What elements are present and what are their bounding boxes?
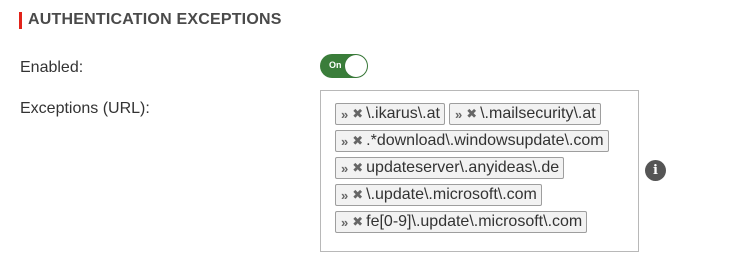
drag-handle-icon[interactable]: »	[341, 107, 348, 122]
exception-tag-text: .*download\.windowsupdate\.com	[366, 132, 604, 149]
exception-tag-text: \.ikarus\.at	[366, 105, 440, 122]
section-accent-bar	[19, 11, 22, 29]
section-title: AUTHENTICATION EXCEPTIONS	[28, 11, 282, 28]
remove-icon[interactable]: ✖	[352, 106, 363, 122]
drag-handle-icon[interactable]: »	[341, 161, 348, 176]
exception-tag[interactable]: » ✖ \.mailsecurity\.at	[448, 103, 601, 125]
drag-handle-icon[interactable]: »	[341, 134, 348, 149]
toggle-knob	[345, 55, 367, 77]
drag-handle-icon[interactable]: »	[341, 188, 348, 203]
exception-tag[interactable]: » ✖ \.update\.microsoft\.com	[335, 184, 542, 206]
remove-icon[interactable]: ✖	[352, 214, 363, 230]
info-icon[interactable]: i	[645, 160, 666, 181]
exceptions-tag-input[interactable]: » ✖ \.ikarus\.at » ✖ \.mailsecurity\.at …	[320, 90, 639, 252]
exception-tag[interactable]: » ✖ fe[0-9]\.update\.microsoft\.com	[335, 211, 588, 233]
tag-row: » ✖ updateserver\.anyideas\.de	[335, 157, 638, 179]
remove-icon[interactable]: ✖	[352, 133, 363, 149]
remove-icon[interactable]: ✖	[352, 187, 363, 203]
section-header: AUTHENTICATION EXCEPTIONS	[19, 10, 282, 30]
remove-icon[interactable]: ✖	[466, 106, 477, 122]
tag-row: » ✖ \.update\.microsoft\.com	[335, 184, 638, 206]
drag-handle-icon[interactable]: »	[341, 215, 348, 230]
exception-tag-text: updateserver\.anyideas\.de	[366, 159, 560, 176]
remove-icon[interactable]: ✖	[352, 160, 363, 176]
exceptions-label: Exceptions (URL):	[20, 100, 150, 117]
exception-tag-text: \.mailsecurity\.at	[480, 105, 596, 122]
exception-tag-text: fe[0-9]\.update\.microsoft\.com	[366, 213, 583, 230]
toggle-state-label: On	[329, 60, 342, 70]
enabled-toggle[interactable]: On	[320, 54, 368, 78]
tag-row: » ✖ fe[0-9]\.update\.microsoft\.com	[335, 211, 638, 233]
exception-tag[interactable]: » ✖ updateserver\.anyideas\.de	[335, 157, 565, 179]
drag-handle-icon[interactable]: »	[455, 107, 462, 122]
exception-tag[interactable]: » ✖ .*download\.windowsupdate\.com	[335, 130, 609, 152]
exception-tag-text: \.update\.microsoft\.com	[366, 186, 537, 203]
enabled-label: Enabled:	[20, 59, 84, 76]
tag-row: » ✖ \.ikarus\.at » ✖ \.mailsecurity\.at	[335, 103, 638, 125]
tag-row: » ✖ .*download\.windowsupdate\.com	[335, 130, 638, 152]
exception-tag[interactable]: » ✖ \.ikarus\.at	[335, 103, 445, 125]
